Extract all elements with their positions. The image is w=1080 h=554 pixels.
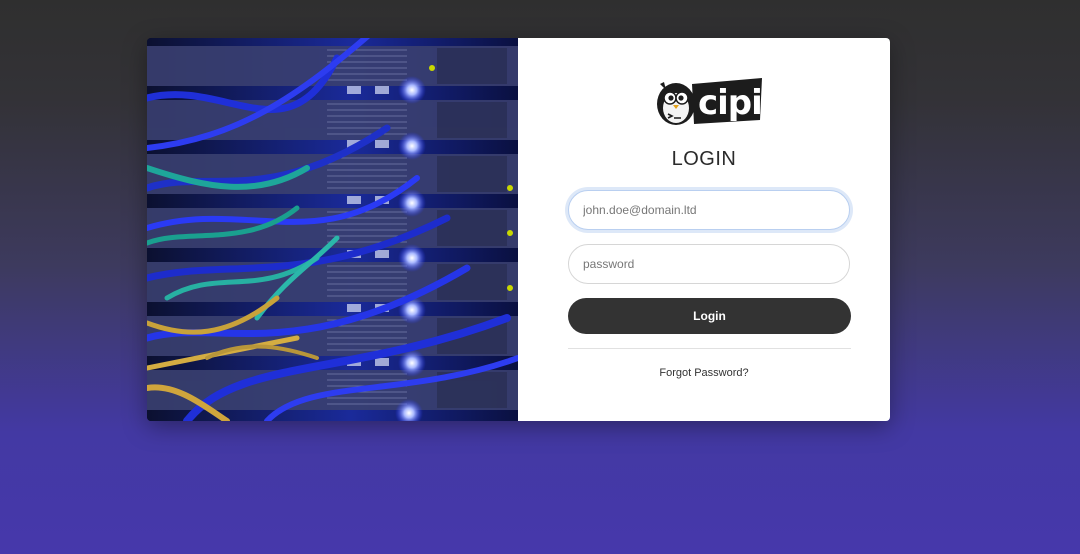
- page-title: LOGIN: [671, 148, 737, 170]
- logo-wordmark: cipi: [698, 83, 762, 123]
- login-panel: cipi LOGIN Login Forgot Password?: [518, 38, 890, 421]
- server-rack-photo: [147, 38, 518, 421]
- forgot-password-link[interactable]: Forgot Password?: [518, 367, 890, 379]
- cipi-logo: cipi: [657, 78, 762, 125]
- divider: [568, 348, 851, 349]
- login-card: cipi LOGIN Login Forgot Password?: [147, 38, 890, 421]
- email-input[interactable]: [568, 190, 850, 230]
- server-rack-image: [147, 38, 518, 421]
- login-button[interactable]: Login: [568, 298, 851, 334]
- password-input[interactable]: [568, 244, 850, 284]
- penguin-icon: [657, 82, 695, 125]
